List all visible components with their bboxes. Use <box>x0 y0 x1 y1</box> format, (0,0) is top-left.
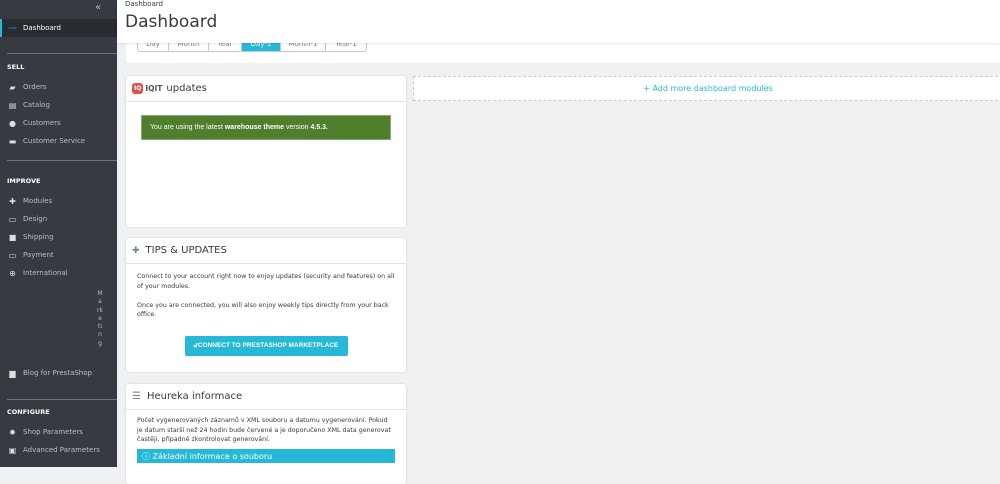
panel-header: ☰ Heureka informace <box>126 384 406 410</box>
account-icon: ● <box>9 118 16 128</box>
tips-text: Once you are connected, you will also en… <box>137 301 389 319</box>
panel-title: updates <box>166 83 207 94</box>
monitor-icon: ▭ <box>8 214 17 224</box>
credit-card-icon: ▭ <box>8 250 17 260</box>
button-label: CONNECT TO PRESTASHOP MARKETPLACE <box>197 341 339 349</box>
breadcrumb[interactable]: Dashboard <box>125 0 163 8</box>
iqit-updates-panel: IQ IQIT updates You are using the latest… <box>126 76 406 227</box>
file-info-header[interactable]: ⓘ Základní informace o souboru <box>137 448 395 463</box>
sidebar-item-label: Orders <box>23 83 47 91</box>
sidebar-item-label: Shipping <box>23 233 54 241</box>
sidebar-item-customer-service[interactable]: ▬ Customer Service <box>0 133 117 149</box>
tips-text: Connect to your account right now to enj… <box>137 273 395 290</box>
puzzle-icon: ✚ <box>9 196 16 206</box>
sidebar-item-label: Customer Service <box>23 137 86 145</box>
trend-icon: 〰 <box>8 23 17 33</box>
theme-version: 4.5.3. <box>310 124 328 131</box>
panel-header: ✚ TIPS & UPDATES <box>126 238 406 264</box>
heureka-text: Počet vygenerovaných záznamů v XML soubo… <box>137 417 391 443</box>
sidebar-item-label: Advanced Parameters <box>23 446 100 454</box>
sidebar-item-label: Blog for PrestaShop <box>23 369 92 377</box>
sidebar-item-modules[interactable]: ✚ Modules <box>0 193 117 209</box>
sidebar-item-catalog[interactable]: ▤ Catalog <box>0 97 117 113</box>
add-dashboard-modules-button[interactable]: + Add more dashboard modules <box>413 76 1000 101</box>
heureka-panel: ☰ Heureka informace Počet vygenerovaných … <box>126 384 406 484</box>
section-configure: CONFIGURE <box>7 408 50 416</box>
sidebar-item-label: Design <box>23 215 48 223</box>
truck-icon: ■ <box>8 232 17 242</box>
sidebar-item-marketing[interactable]: Marketing <box>97 290 103 348</box>
panel-title: TIPS & UPDATES <box>145 245 227 256</box>
panel-header: IQ IQIT updates <box>126 76 406 102</box>
section-sell: SELL <box>7 63 25 71</box>
gear-icon: ✹ <box>9 427 16 437</box>
list-icon: ☰ <box>132 391 141 402</box>
sidebar-item-label: Customers <box>23 119 61 127</box>
puzzle-icon: ✚ <box>132 245 140 256</box>
sidebar-item-label: International <box>23 269 68 277</box>
sidebar-item-design[interactable]: ▭ Design <box>0 211 117 227</box>
sidebar-item-orders[interactable]: ▰ Orders <box>0 79 117 95</box>
tips-updates-panel: ✚ TIPS & UPDATES Connect to your account … <box>126 238 406 372</box>
page-title: Dashboard <box>125 12 218 32</box>
sidebar-item-customers[interactable]: ● Customers <box>0 115 117 131</box>
sidebar-item-label: Payment <box>23 251 54 259</box>
divider <box>7 160 117 161</box>
iqit-logo: IQIT <box>145 84 163 93</box>
basket-icon: ▰ <box>9 82 16 92</box>
sidebar-item-shop-parameters[interactable]: ✹ Shop Parameters <box>0 424 117 440</box>
chat-icon: ▬ <box>8 136 17 146</box>
alert-text: You are using the latest <box>150 124 225 131</box>
sidebar-item-label: Catalog <box>23 101 50 109</box>
alert-text: version <box>284 124 311 131</box>
sidebar-item-advanced-parameters[interactable]: ▣ Advanced Parameters <box>0 442 117 458</box>
store-icon: ▤ <box>8 100 17 110</box>
connect-marketplace-button[interactable]: 🔓︎CONNECT TO PRESTASHOP MARKETPLACE <box>184 335 348 356</box>
divider <box>7 53 117 54</box>
info-icon: ⓘ <box>142 451 153 461</box>
document-icon: ▆ <box>9 368 16 378</box>
sidebar-item-international[interactable]: ⊕ International <box>0 265 117 281</box>
header: Dashboard Dashboard <box>117 0 1000 43</box>
file-info-label: Základní informace o souboru <box>152 451 273 461</box>
sidebar-item-shipping[interactable]: ■ Shipping <box>0 229 117 245</box>
sidebar-item-payment[interactable]: ▭ Payment <box>0 247 117 263</box>
theme-name: warehouse theme <box>224 124 284 131</box>
theme-version-alert: You are using the latest warehouse theme… <box>141 115 391 140</box>
sidebar-item-dashboard[interactable]: 〰 Dashboard <box>0 19 117 37</box>
collapse-sidebar-icon[interactable]: « <box>95 2 101 13</box>
sidebar-item-label: Modules <box>23 197 53 205</box>
sidebar: « 〰 Dashboard SELL ▰ Orders ▤ Catalog ● Cust… <box>0 0 117 467</box>
panel-title: Heureka informace <box>146 391 243 402</box>
settings-box-icon: ▣ <box>8 445 17 455</box>
sidebar-item-blog[interactable]: ▆ Blog for PrestaShop <box>0 365 117 381</box>
globe-icon: ⊕ <box>9 268 16 278</box>
section-improve: IMPROVE <box>7 177 41 185</box>
iqit-logo-icon: IQ <box>132 83 144 94</box>
sidebar-item-label: Dashboard <box>23 24 61 32</box>
sidebar-item-label: Shop Parameters <box>23 428 83 436</box>
divider <box>7 399 117 400</box>
